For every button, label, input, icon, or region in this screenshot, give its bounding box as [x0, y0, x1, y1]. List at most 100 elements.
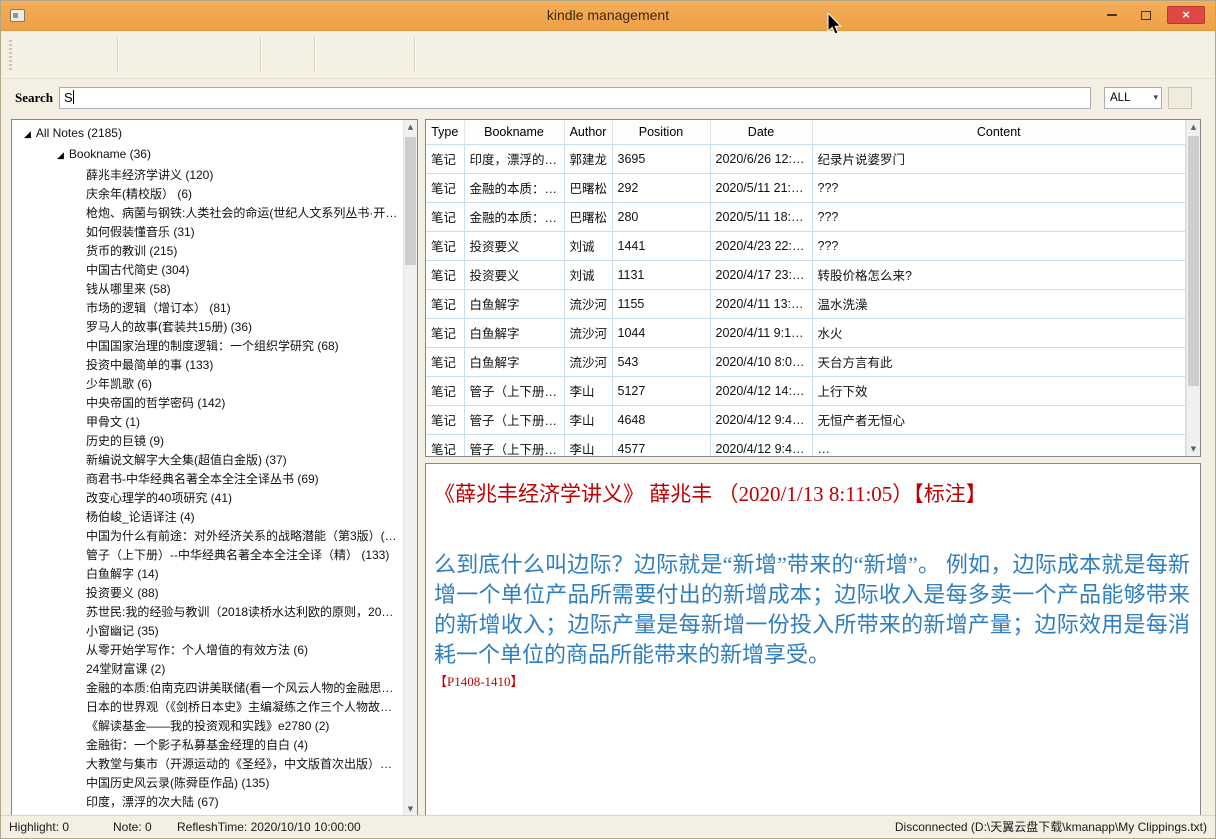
column-header-date[interactable]: Date — [710, 120, 812, 144]
toolbar-separator — [314, 37, 315, 73]
search-value: S — [64, 90, 73, 105]
notes-table-body: 笔记印度，漂浮的…郭建龙36952020/6/26 12:…纪录片说婆罗门笔记金… — [426, 144, 1186, 456]
toolbar-separator — [260, 37, 261, 73]
close-button[interactable]: × — [1167, 6, 1205, 24]
tree-item-book[interactable]: 商君书-中华经典名著全本全注全译丛书 (69) — [12, 470, 403, 489]
table-row[interactable]: 笔记投资要义刘诚14412020/4/23 22:…??? — [426, 231, 1186, 260]
scroll-thumb[interactable] — [1188, 136, 1199, 386]
tree-item-book[interactable]: 中国为什么有前途：对外经济关系的战略潜能（第3版）(… — [12, 527, 403, 546]
search-input[interactable]: S — [59, 87, 1091, 109]
tree-item-all-notes[interactable]: ◢All Notes (2185) — [12, 124, 403, 145]
table-cell: 1155 — [612, 289, 710, 318]
status-note-count: Note: 0 — [113, 816, 152, 838]
tree-item-book[interactable]: 新编说文解字大全集(超值白金版) (37) — [12, 451, 403, 470]
scroll-down-icon[interactable]: ▼ — [404, 802, 417, 816]
table-row[interactable]: 笔记管子（上下册…李山46482020/4/12 9:4…无恒产者无恒心 — [426, 405, 1186, 434]
tree-item-book[interactable]: 印度，漂浮的次大陆 (67) — [12, 793, 403, 812]
table-scrollbar[interactable]: ▲ ▼ — [1186, 120, 1200, 456]
tree-item-book[interactable]: 日本的世界观（《剑桥日本史》主编凝练之作三个人物故… — [12, 698, 403, 717]
tree-item-book[interactable]: 24堂财富课 (2) — [12, 660, 403, 679]
column-header-type[interactable]: Type — [426, 120, 464, 144]
tree-item-book[interactable]: 投资中最简单的事 (133) — [12, 356, 403, 375]
table-cell: … — [812, 434, 1186, 456]
expand-arrow-icon[interactable]: ◢ — [24, 130, 31, 140]
tree-scrollbar[interactable]: ▲ ▼ — [403, 120, 417, 816]
tree-item-book[interactable]: 市场的逻辑（增订本） (81) — [12, 299, 403, 318]
tree-item-book[interactable]: 苏世民:我的经验与教训（2018读桥水达利欧的原则，202… — [12, 603, 403, 622]
expand-arrow-icon[interactable]: ◢ — [57, 151, 64, 161]
table-cell: 笔记 — [426, 231, 464, 260]
note-detail-panel: 《薛兆丰经济学讲义》 薛兆丰 （2020/1/13 8:11:05）【标注】 么… — [425, 463, 1201, 817]
table-row[interactable]: 笔记白鱼解字流沙河11552020/4/11 13:…温水洗澡 — [426, 289, 1186, 318]
table-row[interactable]: 笔记金融的本质：…巴曙松2922020/5/11 21:…??? — [426, 173, 1186, 202]
tree-item-book[interactable]: 中国古代简史 (304) — [12, 261, 403, 280]
tree-item-book[interactable]: 罗马人的故事(套装共15册) (36) — [12, 318, 403, 337]
table-row[interactable]: 笔记投资要义刘诚11312020/4/17 23:…转股价格怎么来? — [426, 260, 1186, 289]
tree-item-book[interactable]: 从零开始学写作：个人增值的有效方法 (6) — [12, 641, 403, 660]
table-cell: 水火 — [812, 318, 1186, 347]
tree-item-book[interactable]: 大教堂与集市（开源运动的《圣经》，中文版首次出版）… — [12, 755, 403, 774]
tree-item-book[interactable]: 枪炮、病菌与钢铁:人类社会的命运(世纪人文系列丛书·开… — [12, 204, 403, 223]
table-row[interactable]: 笔记金融的本质：…巴曙松2802020/5/11 18:…??? — [426, 202, 1186, 231]
toolbar-separator — [414, 37, 415, 73]
tree-item-book[interactable]: 《解读基金——我的投资观和实践》e2780 (2) — [12, 717, 403, 736]
filter-dropdown[interactable]: ALL ▾ — [1104, 87, 1162, 109]
scroll-up-icon[interactable]: ▲ — [1187, 120, 1200, 134]
table-cell: 4648 — [612, 405, 710, 434]
titlebar: kindle management × — [1, 1, 1215, 31]
tree-item-book[interactable]: 如何假装懂音乐 (31) — [12, 223, 403, 242]
tree-item-book[interactable]: 中国历史风云录(陈舜臣作品) (135) — [12, 774, 403, 793]
table-cell: 2020/4/12 9:4… — [710, 405, 812, 434]
tree-item-book[interactable]: 钱从哪里来 (58) — [12, 280, 403, 299]
table-cell: 无恒产者无恒心 — [812, 405, 1186, 434]
column-header-content[interactable]: Content — [812, 120, 1186, 144]
search-label: Search — [15, 90, 53, 106]
tree-item-book[interactable]: 改变心理学的40项研究 (41) — [12, 489, 403, 508]
table-row[interactable]: 笔记白鱼解字流沙河10442020/4/11 9:1…水火 — [426, 318, 1186, 347]
tree-item-book[interactable]: 金融的本质:伯南克四讲美联储(看一个风云人物的金融思… — [12, 679, 403, 698]
scroll-down-icon[interactable]: ▼ — [1187, 442, 1200, 456]
tree-item-book[interactable]: 金融街：一个影子私募基金经理的自白 (4) — [12, 736, 403, 755]
tree-item-book[interactable]: 少年凯歌 (6) — [12, 375, 403, 394]
column-header-author[interactable]: Author — [564, 120, 612, 144]
table-row[interactable]: 笔记印度，漂浮的…郭建龙36952020/6/26 12:…纪录片说婆罗门 — [426, 144, 1186, 173]
table-cell: 1441 — [612, 231, 710, 260]
tree-item-book[interactable]: 管子（上下册）--中华经典名著全本全注全译（精） (133) — [12, 546, 403, 565]
table-cell: 2020/4/23 22:… — [710, 231, 812, 260]
maximize-button[interactable] — [1133, 6, 1159, 24]
tree-item-book[interactable]: 历史的巨镜 (9) — [12, 432, 403, 451]
tree-item-book[interactable]: 薛兆丰经济学讲义 (120) — [12, 166, 403, 185]
tree-item-book[interactable]: 庆余年(精校版） (6) — [12, 185, 403, 204]
table-cell: 笔记 — [426, 318, 464, 347]
note-detail-title: 《薛兆丰经济学讲义》 薛兆丰 （2020/1/13 8:11:05）【标注】 — [434, 478, 1190, 508]
table-cell: 2020/4/10 8:0… — [710, 347, 812, 376]
window-title: kindle management — [1, 7, 1215, 23]
search-extra-button[interactable] — [1168, 87, 1192, 109]
table-row[interactable]: 笔记白鱼解字流沙河5432020/4/10 8:0…天台方言有此 — [426, 347, 1186, 376]
tree-item-book[interactable]: 小窗幽记 (35) — [12, 622, 403, 641]
tree-item-book[interactable]: 投资要义 (88) — [12, 584, 403, 603]
tree-item-book[interactable]: 甲骨文 (1) — [12, 413, 403, 432]
search-bar: Search S ALL ▾ — [1, 85, 1215, 111]
table-cell: 2020/4/12 14:… — [710, 376, 812, 405]
tree-item-book[interactable]: 中国国家治理的制度逻辑：一个组织学研究 (68) — [12, 337, 403, 356]
table-cell: 笔记 — [426, 405, 464, 434]
table-cell: 2020/6/26 12:… — [710, 144, 812, 173]
tree-item-book[interactable]: 杨伯峻_论语译注 (4) — [12, 508, 403, 527]
toolbar-grip-handle[interactable] — [9, 40, 12, 70]
table-row[interactable]: 笔记管子（上下册…李山45772020/4/12 9:4…… — [426, 434, 1186, 456]
tree-item-book[interactable]: 中央帝国的哲学密码 (142) — [12, 394, 403, 413]
column-header-bookname[interactable]: Bookname — [464, 120, 564, 144]
minimize-button[interactable] — [1099, 6, 1125, 24]
table-cell: 5127 — [612, 376, 710, 405]
scroll-up-icon[interactable]: ▲ — [404, 120, 417, 134]
table-row[interactable]: 笔记管子（上下册…李山51272020/4/12 14:…上行下效 — [426, 376, 1186, 405]
table-cell: 郭建龙 — [564, 144, 612, 173]
table-cell: 3695 — [612, 144, 710, 173]
tree-item-bookname-group[interactable]: ◢Bookname (36) — [12, 145, 403, 166]
minimize-icon — [1107, 14, 1117, 16]
tree-item-book[interactable]: 白鱼解字 (14) — [12, 565, 403, 584]
scroll-thumb[interactable] — [405, 137, 416, 265]
column-header-position[interactable]: Position — [612, 120, 710, 144]
tree-item-book[interactable]: 货币的教训 (215) — [12, 242, 403, 261]
